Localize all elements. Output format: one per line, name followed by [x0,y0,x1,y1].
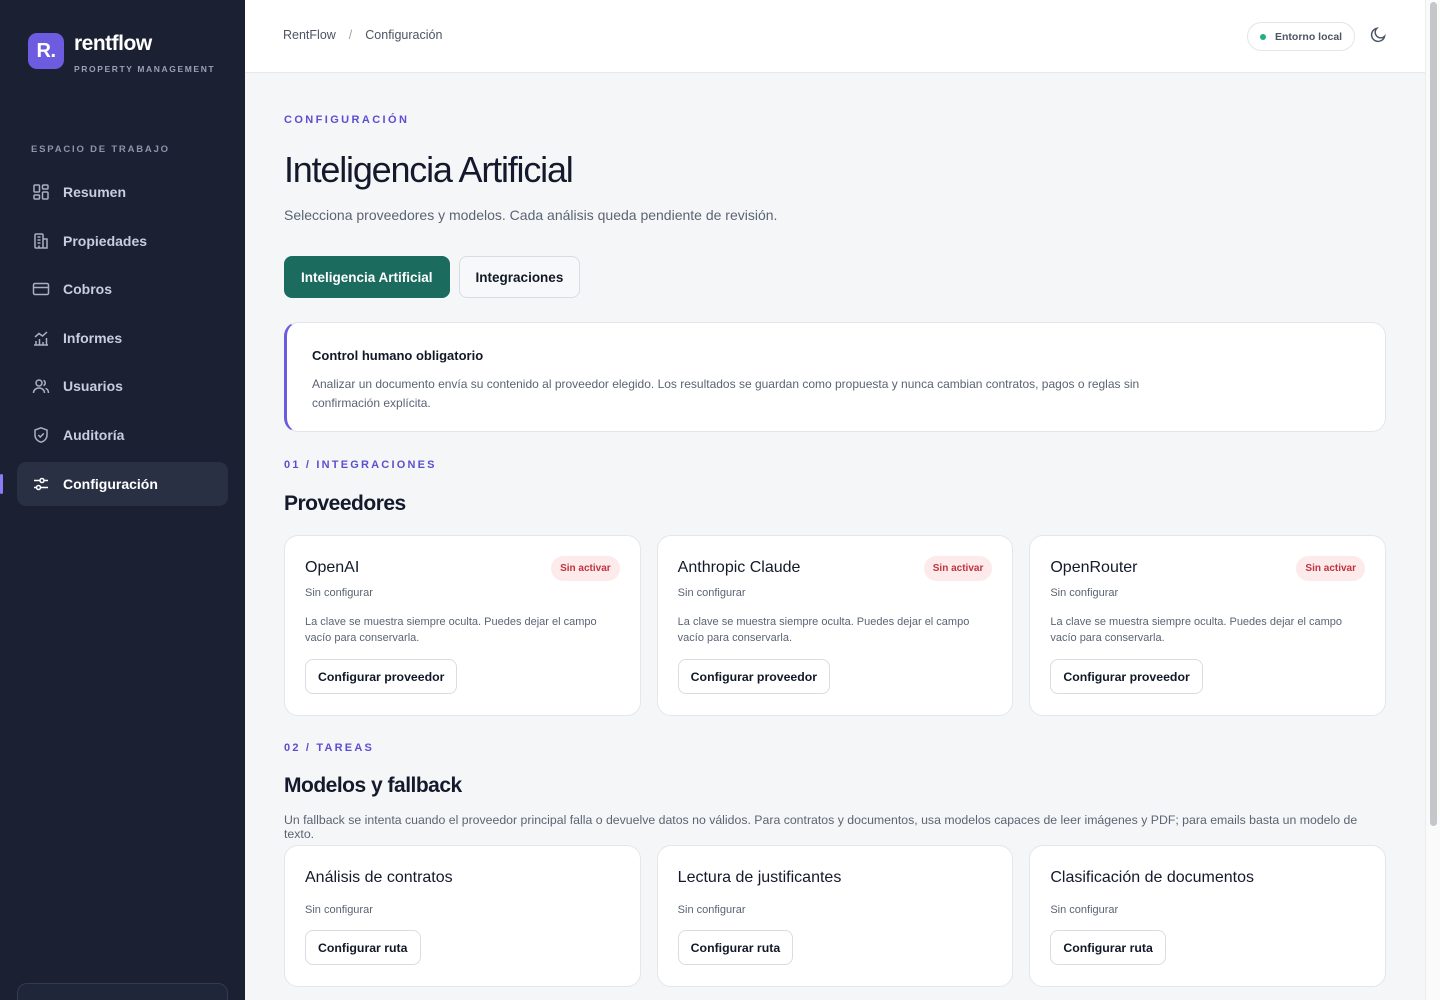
topbar: RentFlow / Configuración Entorno local [245,0,1425,73]
page-title: Inteligencia Artificial [284,149,574,190]
environment-label: Entorno local [1275,30,1343,43]
brand[interactable]: R. rentflow PROPERTY MANAGEMENT [28,32,216,74]
status-dot [1260,33,1266,40]
users-icon [31,377,50,396]
notice-title: Control humano obligatorio [312,348,484,363]
task-card-justificantes: Lectura de justificantes Sin configurar … [656,845,1014,987]
sidebar-item-label: Usuarios [63,378,123,395]
provider-name: OpenRouter [1050,559,1138,576]
settings-tabs: Inteligencia Artificial Integraciones [284,256,581,298]
task-name: Análisis de contratos [305,869,453,886]
tab-inteligencia-artificial[interactable]: Inteligencia Artificial [284,256,450,298]
section-title-providers: Proveedores [284,492,406,515]
page-eyebrow: CONFIGURACIÓN [284,114,410,126]
moon-icon [1370,26,1387,48]
sidebar-item-propiedades[interactable]: Propiedades [17,219,228,263]
scrollbar-thumb[interactable] [1430,2,1437,826]
provider-description: La clave se muestra siempre oculta. Pued… [1050,616,1342,644]
notice-box: Control humano obligatorio Analizar un d… [284,322,1386,432]
sidebar-item-label: Configuración [63,475,158,492]
sidebar-nav: Resumen Propiedades Cobros Informes Usua… [0,170,228,510]
page-subtitle: Selecciona proveedores y modelos. Cada a… [284,207,778,223]
provider-status: Sin configurar [1050,587,1119,599]
sidebar-item-label: Propiedades [63,232,148,249]
nav-section-label: ESPACIO DE TRABAJO [31,144,170,155]
status-badge: Sin activar [923,556,993,581]
section-description-tasks: Un fallback se intenta cuando el proveed… [284,813,1358,841]
provider-name: Anthropic Claude [677,559,801,576]
status-badge: Sin activar [1296,556,1366,581]
status-badge: Sin activar [551,556,620,581]
sidebar-item-label: Cobros [63,281,112,298]
sidebar-item-label: Informes [63,329,123,346]
scrollbar[interactable] [1425,0,1440,1000]
breadcrumb-current: Configuración [365,28,443,42]
sidebar-item-informes[interactable]: Informes [17,316,228,360]
brand-name: rentflow [74,32,152,55]
configure-provider-button[interactable]: Configurar proveedor [1050,659,1203,694]
task-status: Sin configurar [305,904,373,916]
configure-route-button[interactable]: Configurar ruta [305,930,421,965]
provider-name: OpenAI [305,559,360,576]
breadcrumb-home[interactable]: RentFlow [283,28,336,42]
provider-card-openrouter: OpenRouter Sin activar Sin configurar La… [1029,535,1387,716]
section-label-providers: 01 / INTEGRACIONES [284,459,437,471]
sliders-icon [31,474,50,493]
configure-route-button[interactable]: Configurar ruta [677,930,794,965]
sidebar-item-label: Resumen [63,184,127,200]
provider-card-openai: OpenAI Sin activar Sin configurar La cla… [284,535,641,716]
sidebar-item-resumen[interactable]: Resumen [17,170,228,214]
credit-card-icon [31,280,50,299]
task-status: Sin configurar [677,904,746,916]
provider-description: La clave se muestra siempre oculta. Pued… [305,616,597,644]
task-card-contratos: Análisis de contratos Sin configurar Con… [284,845,641,987]
configure-provider-button[interactable]: Configurar proveedor [305,659,458,694]
notice-text: Analizar un documento envía su contenido… [312,377,1140,410]
task-card-documentos: Clasificación de documentos Sin configur… [1029,845,1387,987]
provider-status: Sin configurar [305,587,373,599]
task-name: Lectura de justificantes [677,869,842,886]
sidebar-item-auditoria[interactable]: Auditoría [17,413,228,457]
tab-integraciones[interactable]: Integraciones [458,256,581,298]
sidebar: R. rentflow PROPERTY MANAGEMENT ESPACIO … [0,0,245,1000]
sidebar-item-cobros[interactable]: Cobros [17,267,228,311]
theme-toggle-button[interactable] [1367,26,1389,48]
task-name: Clasificación de documentos [1050,869,1255,886]
provider-card-anthropic: Anthropic Claude Sin activar Sin configu… [656,535,1014,716]
building-icon [31,231,50,250]
section-label-tasks: 02 / TAREAS [284,742,375,754]
chart-icon [31,328,50,347]
provider-description: La clave se muestra siempre oculta. Pued… [677,616,970,644]
provider-grid: OpenAI Sin activar Sin configurar La cla… [284,535,1387,716]
sidebar-item-label: Auditoría [63,426,125,443]
configure-route-button[interactable]: Configurar ruta [1050,930,1166,965]
grid-icon [31,183,50,202]
brand-logo: R. [28,33,64,69]
configure-provider-button[interactable]: Configurar proveedor [677,659,831,694]
breadcrumb: RentFlow / Configuración [283,28,442,42]
shield-check-icon [31,425,50,444]
provider-status: Sin configurar [677,587,746,599]
breadcrumb-separator: / [348,28,353,42]
brand-subtitle: PROPERTY MANAGEMENT [74,64,216,74]
sidebar-item-configuracion[interactable]: Configuración [0,461,228,506]
sidebar-item-usuarios[interactable]: Usuarios [17,364,228,408]
task-grid: Análisis de contratos Sin configurar Con… [284,845,1387,987]
environment-badge: Entorno local [1247,22,1356,51]
user-menu[interactable] [17,983,228,1000]
section-title-tasks: Modelos y fallback [284,774,462,797]
task-status: Sin configurar [1050,904,1119,916]
